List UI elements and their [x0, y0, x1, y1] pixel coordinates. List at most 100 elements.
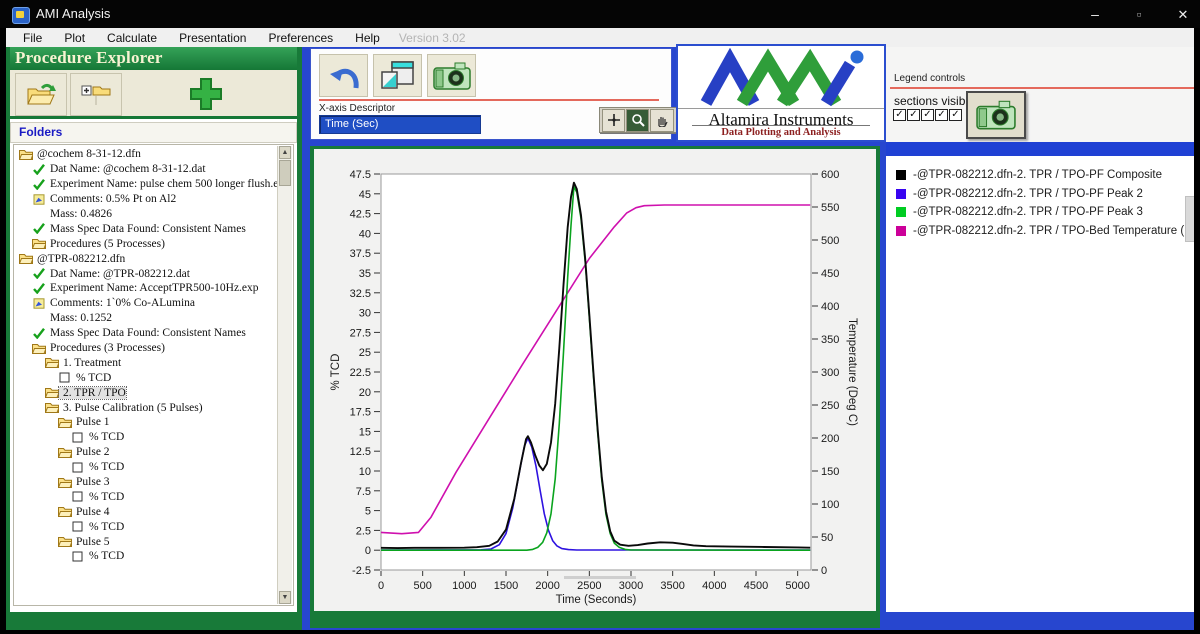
- tree-item[interactable]: Pulse 2: [14, 445, 276, 460]
- scroll-down-icon[interactable]: ▼: [279, 591, 291, 604]
- right-tick-label: 250: [821, 400, 839, 412]
- right-tick-label: 200: [821, 433, 839, 445]
- tree-item[interactable]: 3. Pulse Calibration (5 Pulses): [14, 400, 276, 415]
- menu-item-plot[interactable]: Plot: [53, 30, 96, 46]
- checkbox-icon-slot[interactable]: [70, 550, 85, 562]
- legend-scrollbar[interactable]: [1185, 196, 1194, 242]
- legend-list: -@TPR-082212.dfn-2. TPR / TPO-PF Composi…: [896, 166, 1194, 240]
- snapshot-button[interactable]: [427, 54, 476, 97]
- tree-item[interactable]: Pulse 4: [14, 504, 276, 519]
- tree-item[interactable]: 1. Treatment: [14, 355, 276, 370]
- tree-item[interactable]: Comments: 1`0% Co-ALumina: [14, 296, 276, 311]
- tree-item[interactable]: Experiment Name: AcceptTPR500-10Hz.exp: [14, 281, 276, 296]
- legend-item[interactable]: -@TPR-082212.dfn-2. TPR / TPO-PF Composi…: [896, 166, 1194, 185]
- tree-item[interactable]: % TCD: [14, 460, 276, 475]
- right-tick-label: 550: [821, 202, 839, 214]
- note-icon-slot: [31, 193, 46, 205]
- open-file-button[interactable]: [15, 73, 67, 116]
- tree-item[interactable]: Dat Name: @cochem 8-31-12.dat: [14, 162, 276, 177]
- checkbox-icon[interactable]: [72, 521, 83, 532]
- tree-item-label: % TCD: [85, 550, 124, 562]
- tree-item[interactable]: Mass Spec Data Found: Consistent Names: [14, 221, 276, 236]
- section-checkbox-5[interactable]: ✓: [949, 109, 962, 121]
- tree-item[interactable]: Pulse 1: [14, 415, 276, 430]
- minimize-button[interactable]: –: [1082, 8, 1108, 23]
- legend-item[interactable]: -@TPR-082212.dfn-2. TPR / TPO-Bed Temper…: [896, 222, 1194, 241]
- left-tick-label: 15: [359, 426, 371, 438]
- expand-folders-button[interactable]: [70, 73, 122, 116]
- menu-item-preferences[interactable]: Preferences: [257, 30, 344, 46]
- legend-controls-panel: Legend controls sections visible ✓✓✓✓✓: [886, 47, 1194, 142]
- legend-item[interactable]: -@TPR-082212.dfn-2. TPR / TPO-PF Peak 3: [896, 203, 1194, 222]
- tree-item-label: Pulse 2: [72, 446, 110, 458]
- right-tick-label: 600: [821, 169, 839, 181]
- tree-scrollbar[interactable]: ▲ ▼: [277, 146, 292, 604]
- tree-item[interactable]: Pulse 3: [14, 475, 276, 490]
- checkbox-icon-slot[interactable]: [70, 431, 85, 443]
- section-checkbox-2[interactable]: ✓: [907, 109, 920, 121]
- tree-item[interactable]: Experiment Name: pulse chem 500 longer f…: [14, 177, 276, 192]
- pan-tool[interactable]: [650, 109, 673, 132]
- tree-item[interactable]: % TCD: [14, 519, 276, 534]
- tree-item[interactable]: Dat Name: @TPR-082212.dat: [14, 266, 276, 281]
- tree-item[interactable]: Mass: 0.1252: [14, 311, 276, 326]
- maximize-button[interactable]: ▫: [1126, 8, 1152, 23]
- checkbox-icon[interactable]: [72, 551, 83, 562]
- close-button[interactable]: ✕: [1170, 8, 1196, 23]
- checkbox-icon[interactable]: [72, 491, 83, 502]
- checkbox-icon-slot[interactable]: [70, 521, 85, 533]
- tpr-chart[interactable]: -2.502.557.51012.51517.52022.52527.53032…: [314, 149, 876, 611]
- tree-item[interactable]: % TCD: [14, 370, 276, 385]
- tree-item[interactable]: 2. TPR / TPO: [14, 385, 276, 400]
- tree-item[interactable]: Mass Spec Data Found: Consistent Names: [14, 326, 276, 341]
- xaxis-descriptor-select[interactable]: Time (Sec): [319, 115, 481, 134]
- tree-item[interactable]: @cochem 8-31-12.dfn: [14, 147, 276, 162]
- window-layout-button[interactable]: [373, 54, 422, 97]
- check-icon: [33, 283, 45, 294]
- zoom-tool[interactable]: [626, 109, 649, 132]
- checkbox-icon-slot[interactable]: [70, 491, 85, 503]
- menu-item-help[interactable]: Help: [344, 30, 391, 46]
- tree-item-label: Experiment Name: AcceptTPR500-10Hz.exp: [46, 282, 259, 294]
- tree-item[interactable]: Procedures (5 Processes): [14, 236, 276, 251]
- checkbox-icon-slot[interactable]: [57, 372, 72, 384]
- section-checkbox-4[interactable]: ✓: [935, 109, 948, 121]
- folder-icon: [58, 477, 72, 488]
- tree-item[interactable]: Procedures (3 Processes): [14, 341, 276, 356]
- checkbox-icon-slot[interactable]: [70, 461, 85, 473]
- menu-item-calculate[interactable]: Calculate: [96, 30, 168, 46]
- folder-icon-slot: [57, 446, 72, 458]
- plot-area[interactable]: [381, 174, 811, 570]
- tree-item[interactable]: @TPR-082212.dfn: [14, 251, 276, 266]
- tree-item[interactable]: Mass: 0.4826: [14, 207, 276, 222]
- scroll-up-icon[interactable]: ▲: [279, 146, 291, 159]
- undo-button[interactable]: [319, 54, 368, 97]
- section-checkbox-1[interactable]: ✓: [893, 109, 906, 121]
- tree-item[interactable]: % TCD: [14, 549, 276, 564]
- right-tick-label: 500: [821, 235, 839, 247]
- menu-item-file[interactable]: File: [12, 30, 53, 46]
- left-tick-label: 7.5: [356, 486, 371, 498]
- tree-item[interactable]: % TCD: [14, 489, 276, 504]
- menu-item-presentation[interactable]: Presentation: [168, 30, 257, 46]
- add-procedure-button[interactable]: [176, 73, 236, 114]
- undo-arrow-icon: [327, 61, 361, 91]
- plot-scrollbar-thumb[interactable]: [564, 576, 636, 579]
- tree-item[interactable]: % TCD: [14, 430, 276, 445]
- legend-item-label: -@TPR-082212.dfn-2. TPR / TPO-Bed Temper…: [913, 225, 1194, 237]
- legend-snapshot-button[interactable]: [966, 91, 1026, 139]
- tree-item[interactable]: Pulse 5: [14, 534, 276, 549]
- checkbox-icon[interactable]: [72, 432, 83, 443]
- checkbox-icon[interactable]: [72, 462, 83, 473]
- legend-item[interactable]: -@TPR-082212.dfn-2. TPR / TPO-PF Peak 2: [896, 185, 1194, 204]
- left-axis-title: % TCD: [330, 354, 342, 391]
- checkbox-icon[interactable]: [59, 372, 70, 383]
- crosshair-tool[interactable]: [602, 109, 625, 132]
- x-tick-label: 1500: [494, 580, 518, 592]
- section-checkbox-3[interactable]: ✓: [921, 109, 934, 121]
- open-folder-icon: [26, 82, 56, 108]
- tree-item-label: Pulse 1: [72, 416, 110, 428]
- scrollbar-thumb[interactable]: [279, 160, 291, 186]
- folder-icon: [45, 402, 59, 413]
- tree-item[interactable]: Comments: 0.5% Pt on Al2: [14, 192, 276, 207]
